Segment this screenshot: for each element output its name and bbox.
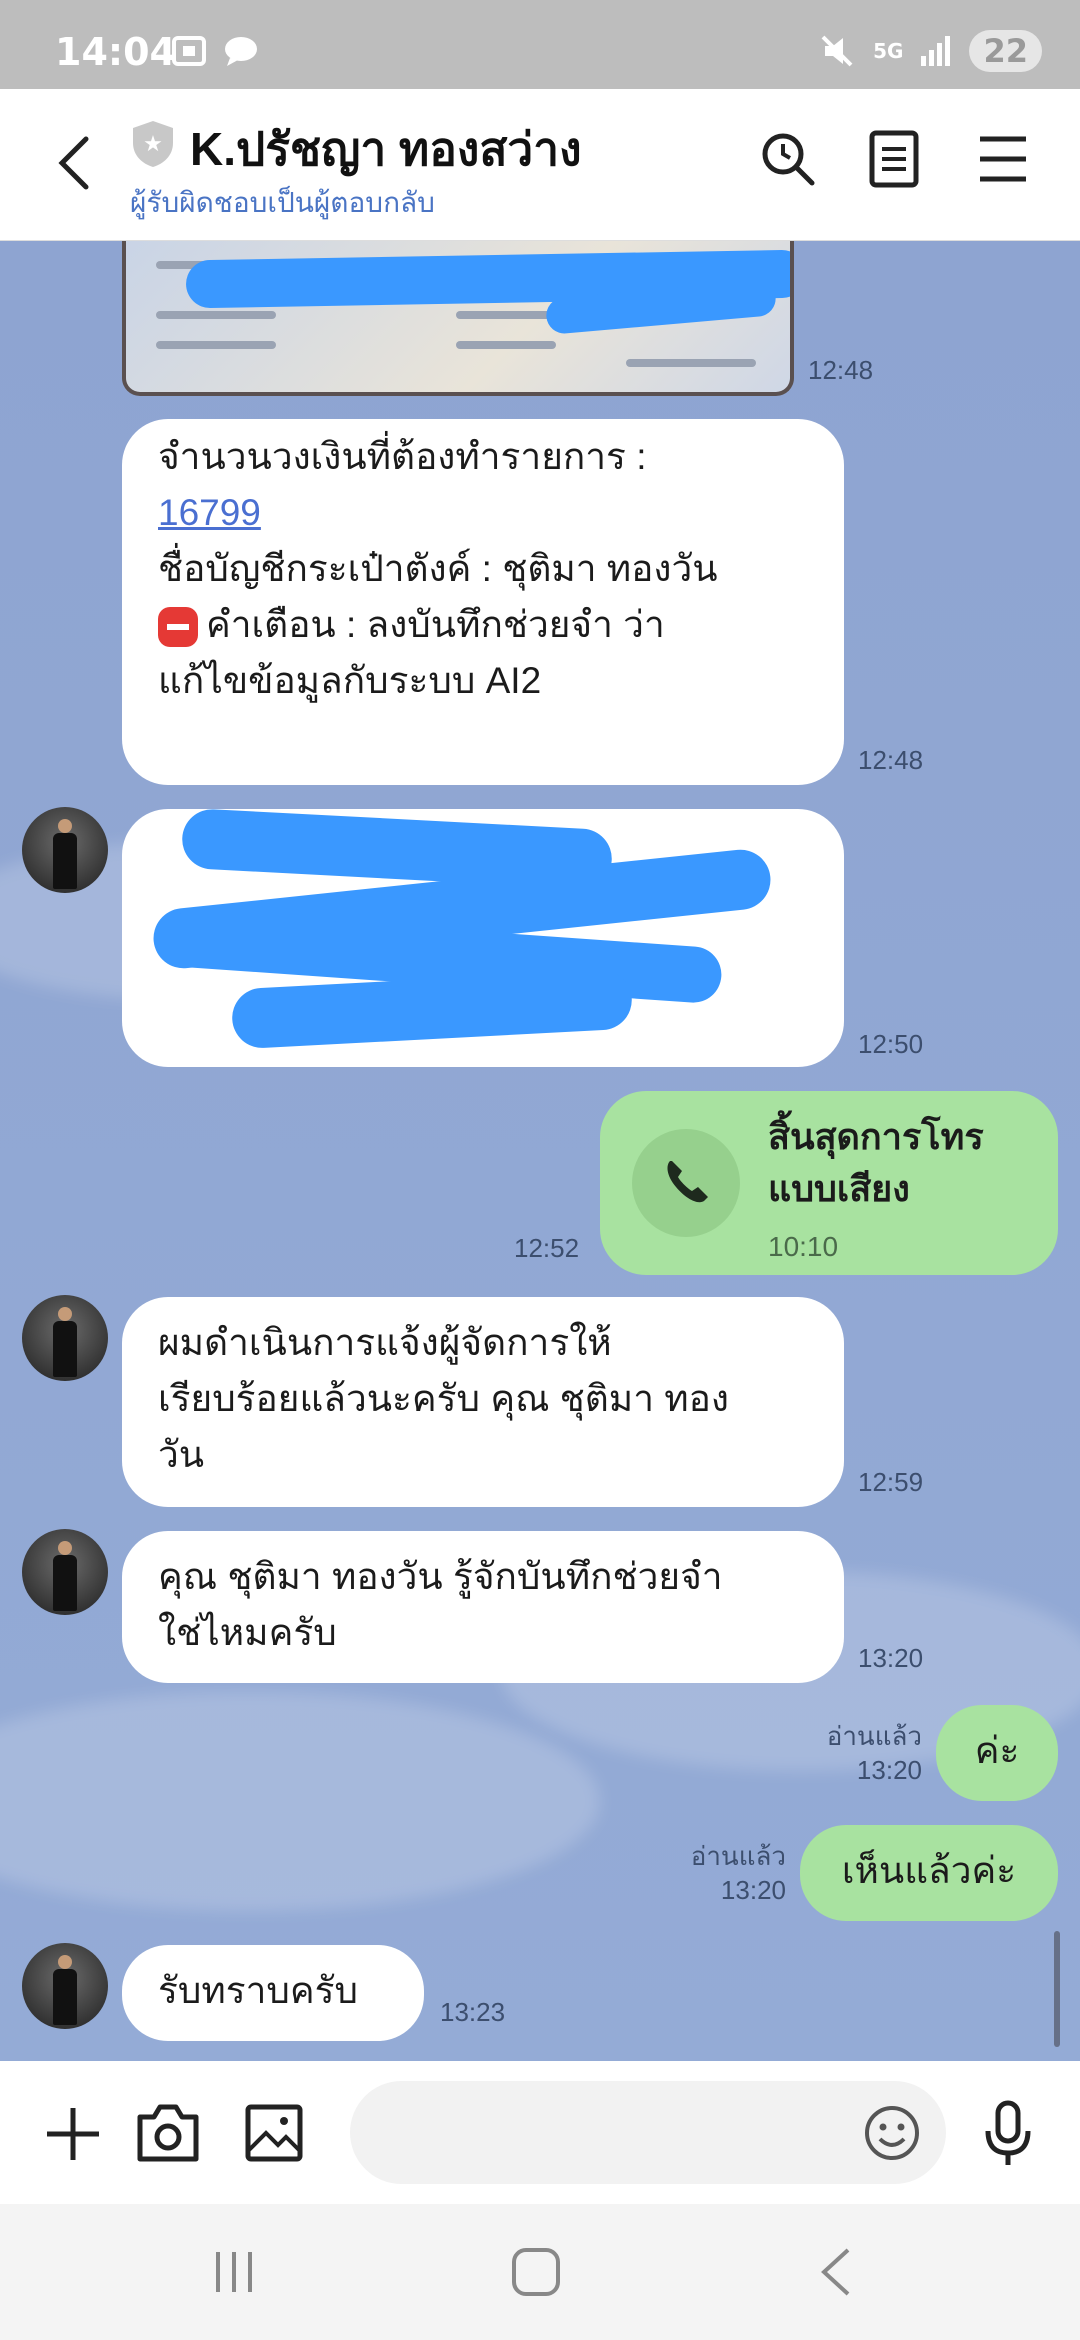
message-text: แก้ไขข้อมูลกับระบบ AI2 [158,660,542,701]
message-time: 12:48 [858,745,924,775]
message-text: คำเตือน : ลงบันทึกช่วยจำ ว่า [206,604,665,645]
phone-icon [667,1161,708,1203]
screenshot-icon [172,36,206,66]
status-right-icons: 5G 22 [817,30,1042,72]
call-ended-title: สิ้นสุดการโทร [768,1116,984,1157]
search-icon[interactable] [758,129,818,189]
contact-subtitle: ผู้รับผิดชอบเป็นผู้ตอบกลับ [130,187,435,218]
message-text: ค่ะ [974,1730,1020,1771]
message-text: เรียบร้อยแล้วนะครับ คุณ ชุติมา ทอง [158,1378,729,1419]
card-text-line [156,341,276,349]
avatar[interactable] [22,807,108,893]
chevron-left-icon[interactable] [52,133,96,193]
background-cloud [0,1691,600,1911]
message-input[interactable] [350,2081,946,2184]
read-label: อ่านแล้ว [826,1721,922,1751]
phone-icon-circle [632,1129,740,1237]
chat-header: ★ K.ปรัชญา ทองสว่าง ผู้รับผิดชอบเป็นผู้ต… [0,89,1080,241]
message-text: ใช่ไหมครับ [158,1612,337,1653]
chat-area[interactable]: 12:48 จำนวนวงเงินที่ต้องทำรายการ : 16799… [0,241,1080,2061]
shield-icon: ★ [133,121,173,167]
battery-indicator: 22 [969,30,1042,72]
message-time: 13:20 [856,1755,922,1785]
system-navigation-bar [0,2204,1080,2340]
system-back-icon[interactable] [816,2246,856,2298]
read-label: อ่านแล้ว [690,1841,786,1871]
call-ended-title: แบบเสียง [768,1168,910,1209]
message-time: 12:50 [858,1029,924,1059]
call-duration: 10:10 [768,1231,839,1262]
message-text: ผมดำเนินการแจ้งผู้จัดการให้ [158,1322,612,1363]
message-text: จำนวนวงเงินที่ต้องทำรายการ : [158,436,647,477]
status-time: 14:04 [55,30,176,74]
image-icon[interactable] [244,2103,304,2163]
message-time: 12:59 [858,1467,924,1497]
status-bar: 14:04 5G 22 [0,0,1080,89]
message-text: คุณ ชุติมา ทองวัน รู้จักบันทึกช่วยจำ [158,1556,723,1597]
hamburger-icon[interactable] [976,129,1030,189]
id-card-image[interactable] [122,241,794,396]
plus-icon[interactable] [44,2105,102,2163]
recent-apps-icon[interactable] [210,2248,258,2296]
status-left-icons [170,34,260,68]
avatar[interactable] [22,1943,108,2029]
home-icon[interactable] [510,2246,562,2298]
amount-link[interactable]: 16799 [158,492,261,533]
contact-name[interactable]: K.ปรัชญา ทองสว่าง [190,113,582,186]
message-bubble-outgoing[interactable]: ค่ะ [936,1705,1058,1801]
message-time: 13:23 [440,1997,506,2027]
message-bubble-incoming[interactable]: ผมดำเนินการแจ้งผู้จัดการให้ เรียบร้อยแล้… [122,1297,844,1507]
card-text-line [626,359,756,367]
read-receipt: อ่านแล้ว 13:20 [818,1719,922,1787]
card-text-line [456,311,556,319]
camera-icon[interactable] [136,2103,200,2163]
message-time: 12:48 [808,355,874,385]
message-time: 13:20 [858,1643,924,1673]
message-text: วัน [158,1434,205,1475]
microphone-icon[interactable] [982,2099,1034,2169]
message-bubble-incoming[interactable]: รับทราบครับ [122,1945,424,2041]
input-bar [0,2061,1080,2204]
stop-sign-icon [158,607,198,648]
card-text-line [456,341,556,349]
message-text: ชื่อบัญชีกระเป๋าตังค์ : ชุติมา ทองวัน [158,548,718,589]
avatar[interactable] [22,1295,108,1381]
message-bubble-incoming[interactable]: คุณ ชุติมา ทองวัน รู้จักบันทึกช่วยจำ ใช่… [122,1531,844,1683]
message-text: รับทราบครับ [158,1970,358,2011]
read-receipt: อ่านแล้ว 13:20 [682,1839,786,1907]
message-time: 13:20 [720,1875,786,1905]
mute-icon [821,35,853,67]
redaction-scribble [230,968,634,1050]
signal-icon [921,36,951,66]
network-label: 5G [873,39,904,63]
message-time: 12:52 [514,1233,580,1263]
card-text-line [156,311,276,319]
message-bubble-outgoing[interactable]: เห็นแล้วค่ะ [800,1825,1058,1921]
message-text: เห็นแล้วค่ะ [841,1850,1017,1891]
message-bubble-incoming-redacted[interactable] [122,809,844,1067]
emoji-icon[interactable] [862,2103,922,2163]
call-ended-bubble[interactable]: สิ้นสุดการโทร แบบเสียง 10:10 [600,1091,1058,1275]
scrollbar[interactable] [1054,1931,1060,2047]
svg-text:★: ★ [143,132,163,157]
avatar[interactable] [22,1529,108,1615]
message-bubble-incoming[interactable]: จำนวนวงเงินที่ต้องทำรายการ : 16799 ชื่อบ… [122,419,844,785]
chat-bubble-icon [225,37,257,66]
notes-icon[interactable] [868,129,920,189]
